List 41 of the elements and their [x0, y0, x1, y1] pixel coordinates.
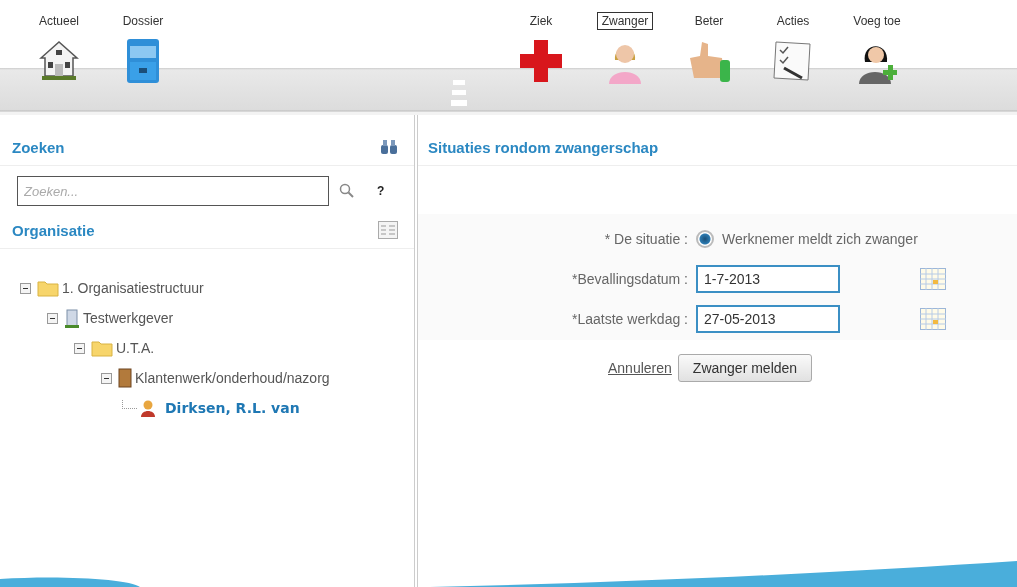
field-label: * De situatie : [603, 231, 688, 247]
toolbar-button[interactable]: Zwanger [596, 12, 654, 30]
stripes-icon [450, 78, 468, 108]
cancel-link[interactable]: Annuleren [608, 360, 672, 376]
folder-icon [37, 279, 59, 297]
building-icon [64, 308, 80, 328]
cross-icon [518, 38, 564, 84]
toolbar-button[interactable]: Beter [689, 12, 729, 30]
toolbar-button[interactable]: Voeg toe [848, 12, 906, 30]
toolbar-button[interactable]: Acties [771, 12, 815, 30]
person-icon [140, 399, 156, 417]
tree-item[interactable]: Klantenwerk/onderhoud/nazorg [135, 370, 330, 386]
date-field[interactable]: 1-7-2013 [696, 265, 840, 293]
submit-button[interactable]: Zwanger melden [677, 354, 813, 382]
section-title: Zoeken [12, 138, 65, 156]
expand-toggle[interactable] [74, 342, 85, 354]
toolbar-button[interactable]: Ziek [524, 12, 558, 30]
search-icon[interactable] [339, 183, 355, 199]
tree-item[interactable]: U.T.A. [116, 340, 155, 356]
radio-button[interactable] [696, 230, 714, 248]
expand-toggle[interactable] [101, 372, 112, 384]
field-label: *Bevallingsdatum : [571, 271, 688, 287]
tree-item[interactable]: Dirksen, R.L. van [165, 400, 300, 416]
date-field[interactable]: 27-05-2013 [696, 305, 840, 333]
tree-item[interactable]: Testwerkgever [83, 310, 174, 326]
expand-toggle[interactable] [47, 312, 58, 324]
tree-item[interactable]: 1. Organisatiestructuur [62, 280, 204, 296]
field-label: *Laatste werkdag : [571, 311, 688, 327]
radio-label: Werknemer meldt zich zwanger [722, 231, 919, 247]
toolbar-button[interactable]: Dossier [117, 12, 169, 30]
toolbar-button[interactable]: Actueel [34, 12, 84, 30]
panel-title: Situaties rondom zwangerschap [428, 138, 659, 156]
search-field[interactable]: Zoeken... [17, 176, 329, 206]
door-icon [118, 368, 132, 388]
house-icon [39, 38, 79, 82]
section-title: Organisatie [12, 221, 95, 239]
binoculars-icon[interactable] [380, 139, 398, 155]
expand-toggle[interactable] [20, 282, 31, 294]
folder-icon [91, 339, 113, 357]
help-link[interactable]: ? [377, 184, 385, 198]
drawer-icon [126, 38, 160, 84]
